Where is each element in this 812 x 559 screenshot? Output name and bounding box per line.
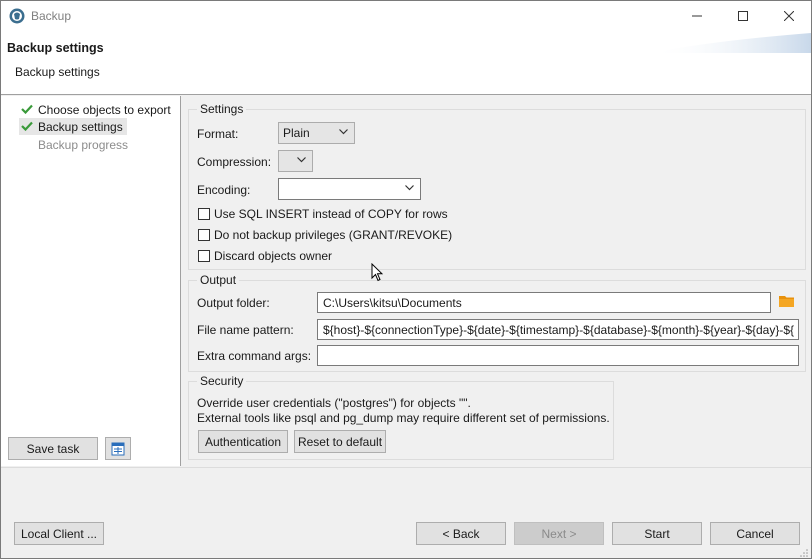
task-config-button[interactable]: [105, 437, 131, 460]
checkbox-box[interactable]: [198, 250, 210, 262]
chevron-down-icon: [405, 185, 414, 191]
chevron-down-icon: [297, 157, 306, 163]
format-select[interactable]: Plain: [278, 122, 355, 144]
start-button[interactable]: Start: [612, 522, 702, 545]
nav-item-label: Backup progress: [38, 137, 129, 152]
file-name-pattern-input[interactable]: ${host}-${connectionType}-${date}-${time…: [317, 319, 799, 340]
next-button[interactable]: Next >: [514, 522, 604, 545]
settings-group: Settings Format: Plain Compression: Enco…: [188, 102, 806, 270]
checkbox-label: Use SQL INSERT instead of COPY for rows: [214, 207, 448, 221]
nav-item-backup-progress[interactable]: Backup progress: [19, 136, 132, 153]
save-task-button[interactable]: Save task: [8, 437, 98, 460]
authentication-button[interactable]: Authentication: [198, 430, 288, 453]
checkbox-box[interactable]: [198, 229, 210, 241]
nav-item-choose-objects[interactable]: Choose objects to export: [19, 101, 175, 118]
output-folder-input[interactable]: C:\Users\kitsu\Documents: [317, 292, 771, 313]
security-line-1: Override user credentials ("postgres") f…: [197, 396, 471, 410]
app-icon: [9, 8, 25, 24]
mouse-cursor-icon: [371, 263, 383, 282]
nav-item-label: Backup settings: [38, 119, 123, 134]
compression-label: Compression:: [197, 155, 272, 169]
close-icon: [784, 11, 794, 21]
title-bar: Backup: [1, 1, 811, 31]
page-subtitle: Backup settings: [15, 65, 100, 79]
cancel-button[interactable]: Cancel: [710, 522, 800, 545]
use-sql-insert-checkbox[interactable]: Use SQL INSERT instead of COPY for rows: [198, 207, 448, 221]
header-banner-decoration: [651, 33, 811, 53]
maximize-button[interactable]: [720, 1, 766, 31]
task-list-icon: [111, 442, 125, 455]
output-group: Output Output folder: C:\Users\kitsu\Doc…: [188, 273, 806, 372]
minimize-button[interactable]: [674, 1, 720, 31]
resize-grip-icon[interactable]: [799, 548, 809, 558]
extra-args-input[interactable]: [317, 345, 799, 366]
security-line-2: External tools like psql and pg_dump may…: [197, 411, 610, 425]
local-client-button[interactable]: Local Client ...: [14, 522, 104, 545]
no-privileges-checkbox[interactable]: Do not backup privileges (GRANT/REVOKE): [198, 228, 452, 242]
reset-to-default-button[interactable]: Reset to default: [294, 430, 386, 453]
settings-group-title: Settings: [197, 102, 247, 116]
backup-dialog: Backup Backup settings Backup settings C…: [0, 0, 812, 559]
compression-select[interactable]: [278, 150, 313, 172]
page-title: Backup settings: [7, 41, 104, 55]
wizard-footer: Local Client ... < Back Next > Start Can…: [1, 467, 811, 558]
close-button[interactable]: [766, 1, 811, 31]
security-group-title: Security: [197, 374, 247, 388]
check-icon: [21, 120, 38, 134]
file-name-pattern-label: File name pattern:: [197, 323, 294, 337]
encoding-select[interactable]: [278, 178, 421, 200]
back-button[interactable]: < Back: [416, 522, 506, 545]
wizard-header: Backup settings Backup settings: [1, 31, 811, 95]
chevron-down-icon: [339, 129, 348, 135]
checkbox-label: Discard objects owner: [214, 249, 333, 263]
encoding-label: Encoding:: [197, 183, 251, 197]
maximize-icon: [738, 11, 748, 21]
minimize-icon: [692, 15, 702, 17]
checkbox-label: Do not backup privileges (GRANT/REVOKE): [214, 228, 453, 242]
wizard-content: Settings Format: Plain Compression: Enco…: [182, 96, 811, 466]
folder-icon[interactable]: [779, 294, 795, 311]
output-folder-label: Output folder:: [197, 296, 270, 310]
extra-args-label: Extra command args:: [197, 349, 312, 363]
format-select-value: Plain: [283, 126, 310, 140]
checkbox-box[interactable]: [198, 208, 210, 220]
window-title: Backup: [31, 9, 72, 23]
format-label: Format:: [197, 127, 239, 141]
check-icon: [21, 103, 38, 117]
nav-item-label: Choose objects to export: [38, 102, 171, 117]
wizard-navigation: Choose objects to export Backup settings…: [1, 96, 181, 466]
nav-item-backup-settings[interactable]: Backup settings: [19, 118, 127, 135]
security-group: Security Override user credentials ("pos…: [188, 374, 614, 460]
discard-owner-checkbox[interactable]: Discard objects owner: [198, 249, 332, 263]
output-group-title: Output: [197, 273, 240, 287]
